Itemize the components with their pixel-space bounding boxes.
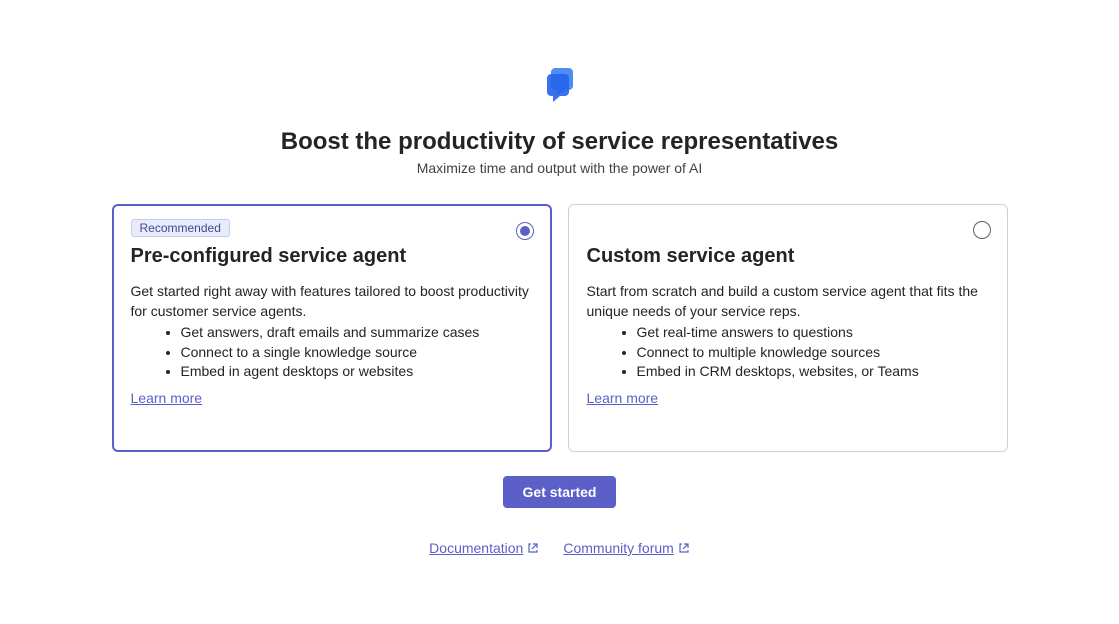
- option-cards: Recommended Pre-configured service agent…: [112, 204, 1008, 452]
- recommended-badge: Recommended: [131, 219, 230, 237]
- card-custom-agent[interactable]: Custom service agent Start from scratch …: [568, 204, 1008, 452]
- page-subtitle: Maximize time and output with the power …: [417, 160, 703, 176]
- card-desc-preconfigured: Get started right away with features tai…: [131, 282, 533, 321]
- card-title-custom: Custom service agent: [587, 245, 989, 268]
- page-title: Boost the productivity of service repres…: [281, 128, 839, 156]
- card-preconfigured-agent[interactable]: Recommended Pre-configured service agent…: [112, 204, 552, 452]
- card-title-preconfigured: Pre-configured service agent: [131, 245, 533, 268]
- learn-more-link-custom[interactable]: Learn more: [587, 390, 659, 406]
- footer-links: Documentation Community forum: [429, 540, 690, 556]
- radio-preconfigured[interactable]: [516, 222, 534, 240]
- external-link-icon: [678, 542, 690, 554]
- bullet-item: Connect to a single knowledge source: [181, 343, 533, 363]
- documentation-link[interactable]: Documentation: [429, 540, 539, 556]
- card-bullets-custom: Get real-time answers to questions Conne…: [587, 323, 989, 382]
- bullet-item: Get answers, draft emails and summarize …: [181, 323, 533, 343]
- bullet-item: Embed in agent desktops or websites: [181, 362, 533, 382]
- bullet-item: Get real-time answers to questions: [637, 323, 989, 343]
- card-desc-custom: Start from scratch and build a custom se…: [587, 282, 989, 321]
- community-forum-label: Community forum: [563, 540, 673, 556]
- learn-more-link-preconfigured[interactable]: Learn more: [131, 390, 203, 406]
- bullet-item: Embed in CRM desktops, websites, or Team…: [637, 362, 989, 382]
- bullet-item: Connect to multiple knowledge sources: [637, 343, 989, 363]
- card-bullets-preconfigured: Get answers, draft emails and summarize …: [131, 323, 533, 382]
- community-forum-link[interactable]: Community forum: [563, 540, 689, 556]
- radio-custom[interactable]: [973, 221, 991, 239]
- documentation-label: Documentation: [429, 540, 523, 556]
- get-started-button[interactable]: Get started: [503, 476, 617, 508]
- external-link-icon: [527, 542, 539, 554]
- copilot-logo-icon: [536, 60, 584, 108]
